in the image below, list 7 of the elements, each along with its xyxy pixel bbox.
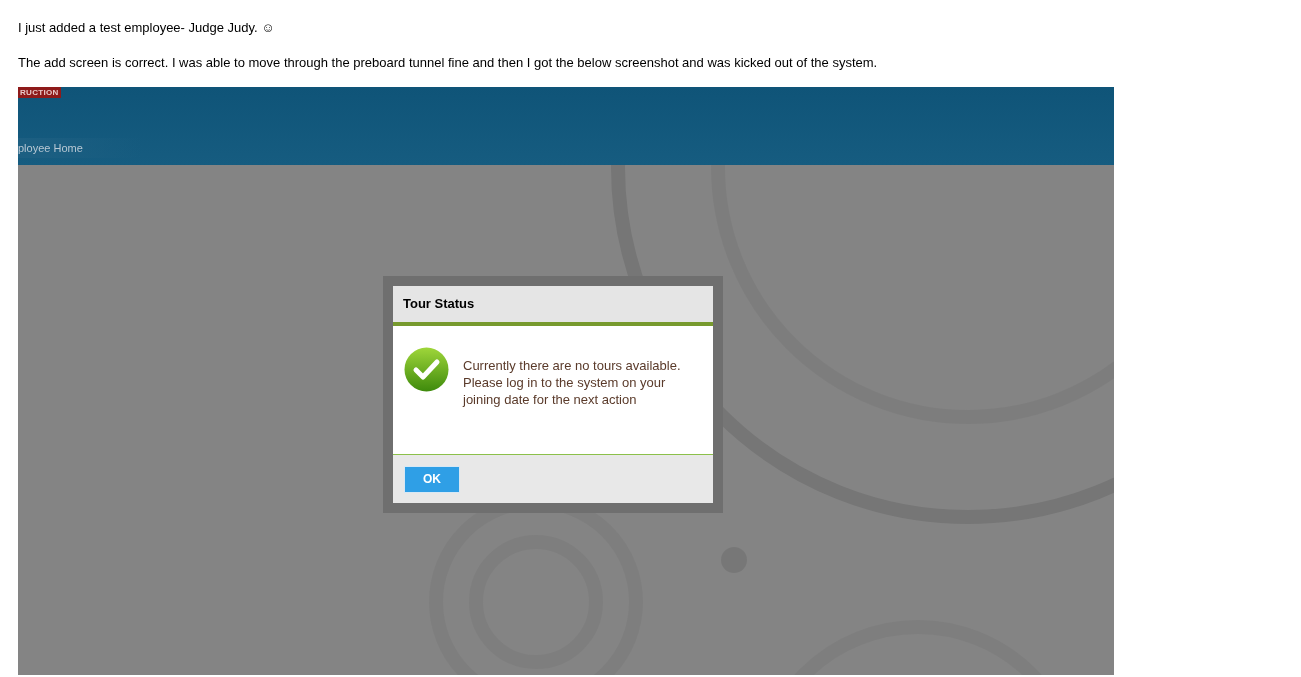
- environment-badge: RUCTION: [18, 87, 61, 98]
- email-paragraph: The add screen is correct. I was able to move through the preboard tunnel fine and then I got the below screenshot and was kicked out of the system.: [18, 54, 879, 71]
- dialog-title: Tour Status: [393, 286, 713, 326]
- ok-button[interactable]: OK: [404, 465, 460, 493]
- checkmark-icon: [404, 347, 449, 392]
- email-paragraph: I just added a test employee- Judge Judy. ☺: [18, 19, 276, 36]
- dialog-message: Currently there are no tours available. Please log in to the system on your joining date for the next action: [463, 357, 682, 408]
